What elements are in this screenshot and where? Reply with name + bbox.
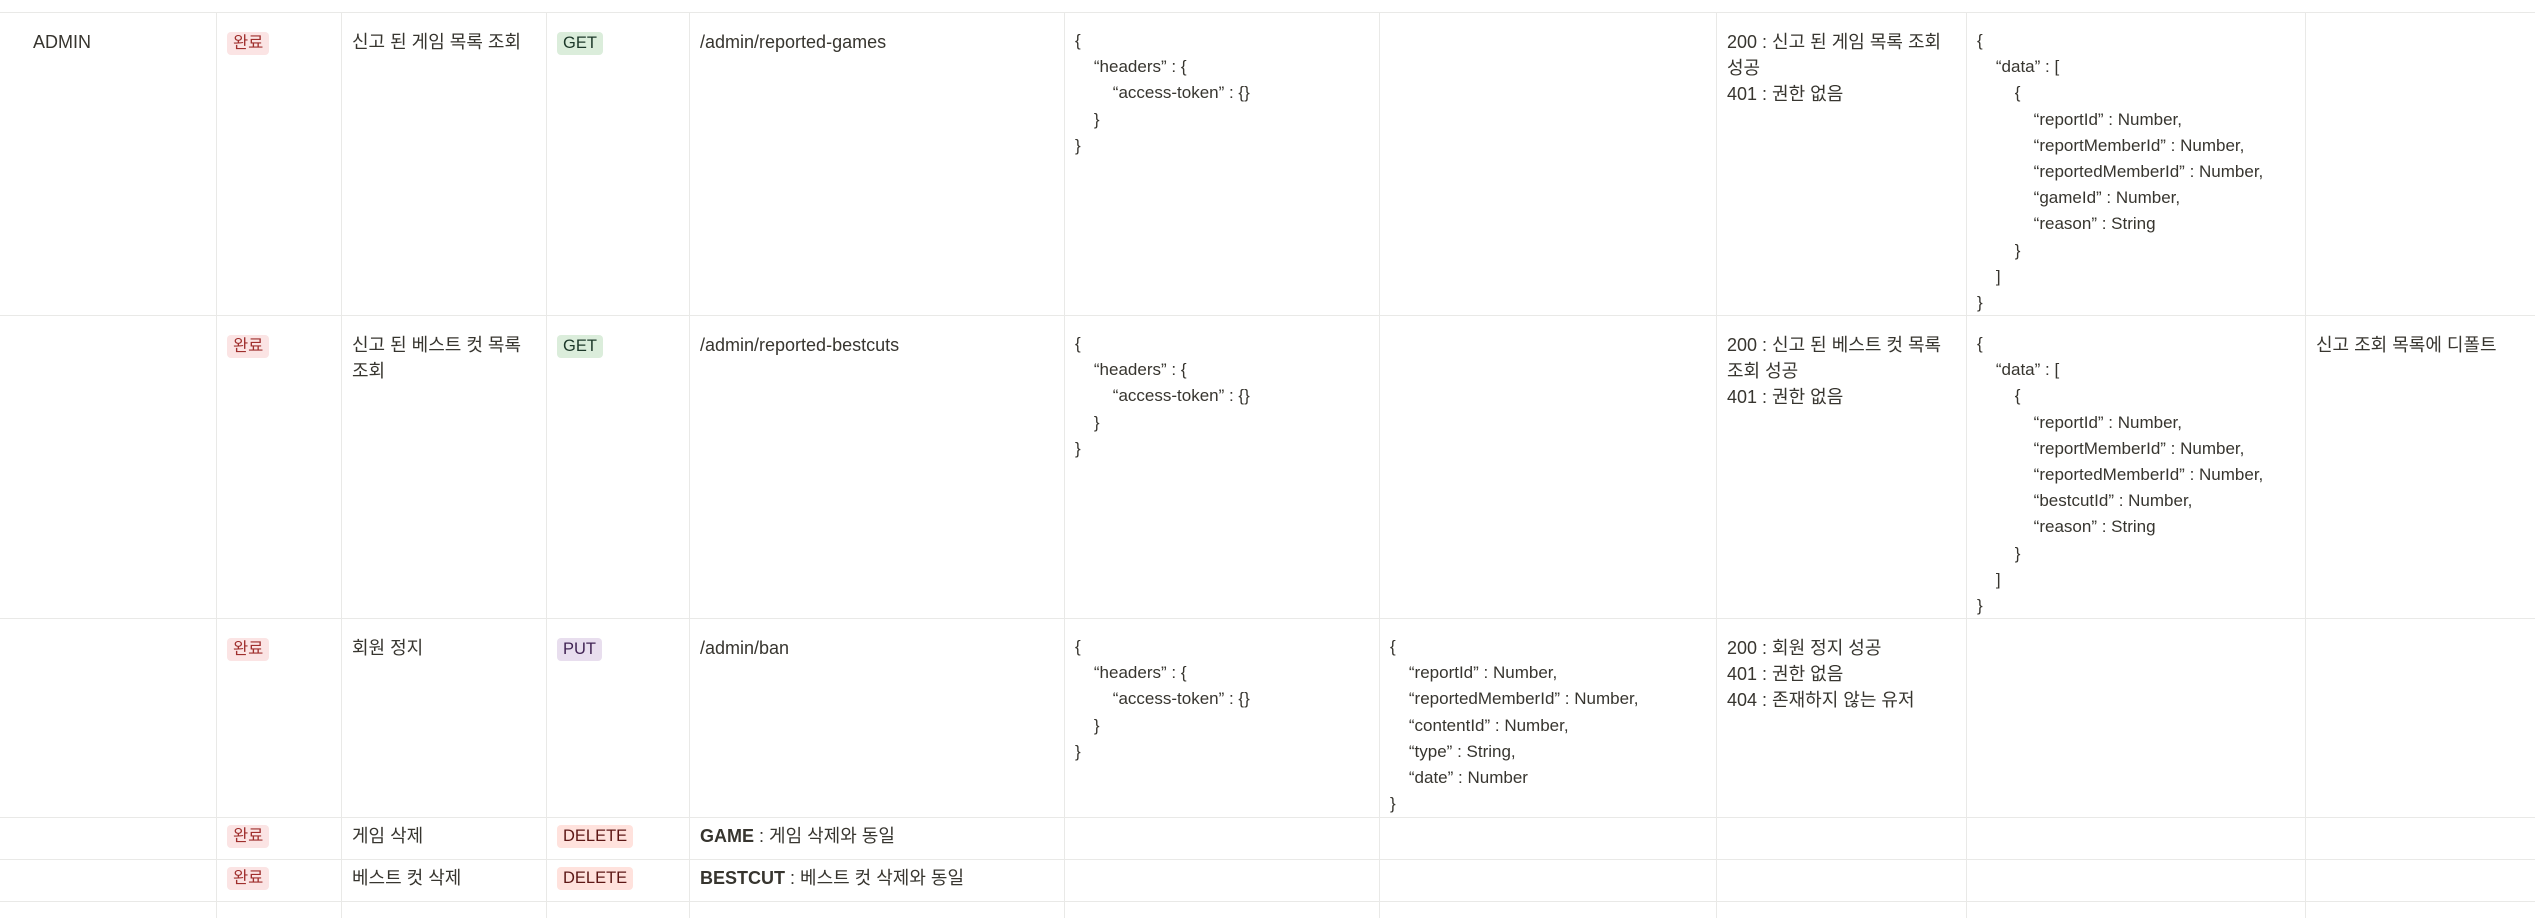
endpoint-label: BESTCUT <box>700 868 785 888</box>
method-badge: DELETE <box>557 867 634 890</box>
status-badge: 완료 <box>227 335 270 358</box>
request-body-cell[interactable]: { “reportId” : Number, “reportedMemberId… <box>1380 618 1717 817</box>
request-body-cell[interactable] <box>1380 315 1717 618</box>
endpoint-cell[interactable]: BESTCUT : 베스트 컷 삭제와 동일 <box>690 859 1065 901</box>
feature-cell[interactable]: 신고 된 베스트 컷 목록 조회 <box>342 315 547 618</box>
endpoint-text: : 게임 삭제와 동일 <box>754 826 895 846</box>
response-body-cell[interactable] <box>1967 817 2306 859</box>
response-body-cell[interactable] <box>1967 901 2306 918</box>
response-line: 조회 성공 <box>1727 361 1799 381</box>
endpoint-cell[interactable]: /admin/reported-games <box>690 12 1065 315</box>
table-row[interactable]: 완료 베스트 컷 삭제 DELETE BESTCUT : 베스트 컷 삭제와 동… <box>0 859 2535 902</box>
status-badge: 완료 <box>227 825 270 848</box>
feature-cell[interactable] <box>342 901 547 918</box>
response-line: 200 : 신고 된 게임 목록 조회 <box>1727 32 1942 52</box>
response-cell[interactable]: 200 : 신고 된 게임 목록 조회 성공 401 : 권한 없음 <box>1717 12 1967 315</box>
response-line: 401 : 권한 없음 <box>1727 84 1844 104</box>
request-header-cell[interactable] <box>1065 901 1380 918</box>
response-line: 200 : 회원 정지 성공 <box>1727 638 1882 658</box>
table-row[interactable]: 완료 게임 삭제 DELETE GAME : 게임 삭제와 동일 <box>0 817 2535 860</box>
response-line: 404 : 존재하지 않는 유저 <box>1727 690 1915 710</box>
note-cell[interactable] <box>2306 859 2535 901</box>
feature-cell[interactable]: 베스트 컷 삭제 <box>342 859 547 901</box>
response-cell[interactable] <box>1717 859 1967 901</box>
response-cell[interactable] <box>1717 817 1967 859</box>
method-badge: PUT <box>557 638 602 661</box>
response-body-cell[interactable] <box>1967 618 2306 817</box>
api-spec-table: ADMIN 완료 신고 된 게임 목록 조회 GET /admin/report… <box>0 0 2535 918</box>
table-row[interactable]: ADMIN 완료 신고 된 게임 목록 조회 GET /admin/report… <box>0 12 2535 316</box>
category-cell[interactable] <box>0 315 217 618</box>
category-cell[interactable] <box>0 618 217 817</box>
request-header-cell[interactable] <box>1065 817 1380 859</box>
table-row[interactable]: 완료 신고 된 베스트 컷 목록 조회 GET /admin/reported-… <box>0 315 2535 619</box>
status-cell[interactable]: 완료 <box>217 817 342 859</box>
response-cell[interactable]: 200 : 신고 된 베스트 컷 목록 조회 성공 401 : 권한 없음 <box>1717 315 1967 618</box>
endpoint-text: : 베스트 컷 삭제와 동일 <box>785 868 965 888</box>
endpoint-cell[interactable]: /admin/ban <box>690 618 1065 817</box>
request-header-cell[interactable]: { “headers” : { “access-token” : {} } } <box>1065 315 1380 618</box>
method-cell[interactable]: DELETE <box>547 817 690 859</box>
response-body-cell[interactable]: { “data” : [ { “reportId” : Number, “rep… <box>1967 12 2306 315</box>
category-cell[interactable] <box>0 859 217 901</box>
request-header-cell[interactable]: { “headers” : { “access-token” : {} } } <box>1065 618 1380 817</box>
status-badge: 완료 <box>227 32 270 55</box>
category-cell[interactable] <box>0 901 217 918</box>
note-cell[interactable]: 신고 조회 목록에 디폴트 <box>2306 315 2535 618</box>
response-line: 성공 <box>1727 58 1761 78</box>
method-badge: DELETE <box>557 825 634 848</box>
category-cell[interactable]: ADMIN <box>0 12 217 315</box>
note-cell[interactable] <box>2306 618 2535 817</box>
status-cell[interactable]: 완료 <box>217 315 342 618</box>
request-body-cell[interactable] <box>1380 817 1717 859</box>
table-row[interactable]: 완료 회원 정지 PUT /admin/ban { “headers” : { … <box>0 618 2535 818</box>
feature-cell[interactable]: 게임 삭제 <box>342 817 547 859</box>
method-cell[interactable]: GET <box>547 315 690 618</box>
method-badge: GET <box>557 335 603 358</box>
method-badge: GET <box>557 32 603 55</box>
status-badge: 완료 <box>227 638 270 661</box>
response-body-cell[interactable]: { “data” : [ { “reportId” : Number, “rep… <box>1967 315 2306 618</box>
note-cell[interactable] <box>2306 817 2535 859</box>
method-cell[interactable]: DELETE <box>547 859 690 901</box>
status-cell[interactable] <box>217 901 342 918</box>
response-line: 401 : 권한 없음 <box>1727 664 1844 684</box>
request-header-cell[interactable]: { “headers” : { “access-token” : {} } } <box>1065 12 1380 315</box>
request-body-cell[interactable] <box>1380 12 1717 315</box>
note-cell[interactable] <box>2306 12 2535 315</box>
response-cell[interactable]: 200 : 회원 정지 성공 401 : 권한 없음 404 : 존재하지 않는… <box>1717 618 1967 817</box>
response-line: 401 : 권한 없음 <box>1727 387 1844 407</box>
note-cell[interactable] <box>2306 901 2535 918</box>
response-line: 200 : 신고 된 베스트 컷 목록 <box>1727 335 1942 355</box>
endpoint-cell[interactable]: GAME : 게임 삭제와 동일 <box>690 817 1065 859</box>
endpoint-cell[interactable]: /admin/reported-bestcuts <box>690 315 1065 618</box>
status-badge: 완료 <box>227 867 270 890</box>
response-cell[interactable] <box>1717 901 1967 918</box>
feature-cell[interactable]: 회원 정지 <box>342 618 547 817</box>
endpoint-label: GAME <box>700 826 754 846</box>
method-cell[interactable] <box>547 901 690 918</box>
method-cell[interactable]: GET <box>547 12 690 315</box>
table-row[interactable] <box>0 901 2535 918</box>
feature-cell[interactable]: 신고 된 게임 목록 조회 <box>342 12 547 315</box>
method-cell[interactable]: PUT <box>547 618 690 817</box>
request-body-cell[interactable] <box>1380 859 1717 901</box>
status-cell[interactable]: 완료 <box>217 12 342 315</box>
status-cell[interactable]: 완료 <box>217 859 342 901</box>
request-body-cell[interactable] <box>1380 901 1717 918</box>
category-cell[interactable] <box>0 817 217 859</box>
status-cell[interactable]: 완료 <box>217 618 342 817</box>
endpoint-cell[interactable] <box>690 901 1065 918</box>
request-header-cell[interactable] <box>1065 859 1380 901</box>
response-body-cell[interactable] <box>1967 859 2306 901</box>
